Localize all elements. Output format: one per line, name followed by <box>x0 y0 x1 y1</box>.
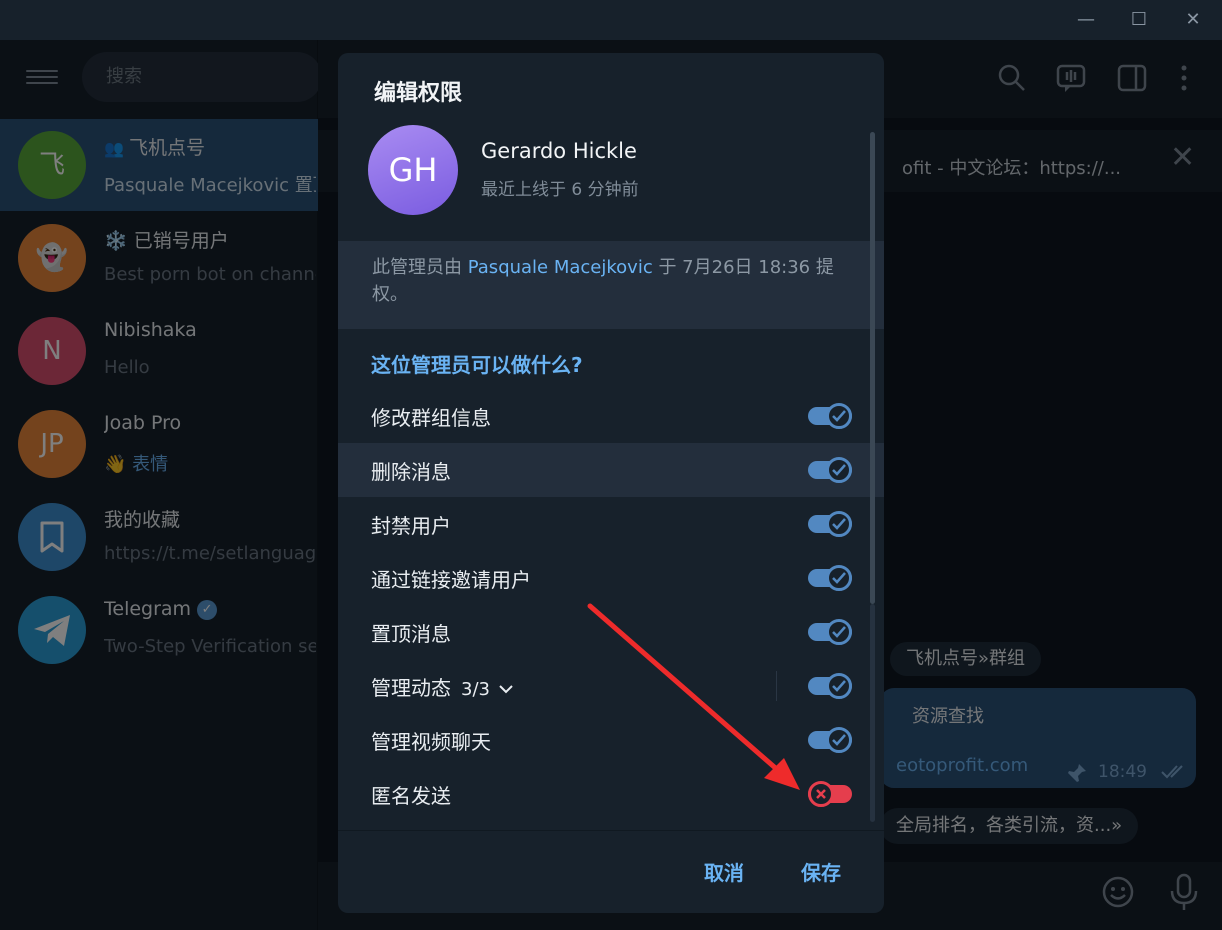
red-annotation-arrow <box>587 603 800 790</box>
